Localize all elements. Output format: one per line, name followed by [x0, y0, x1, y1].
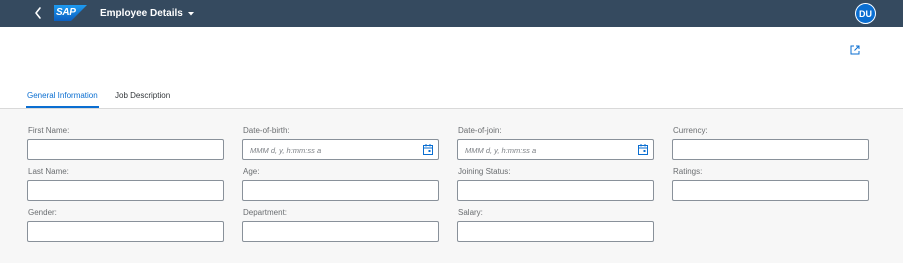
joining-status-label: Joining Status: [458, 167, 511, 176]
calendar-icon[interactable] [638, 144, 648, 155]
salary-label: Salary: [458, 208, 483, 217]
department-field[interactable] [242, 221, 439, 242]
joining-status-field[interactable] [457, 180, 654, 201]
ratings-label: Ratings: [673, 167, 703, 176]
department-label: Department: [243, 208, 288, 217]
tab-general-information[interactable]: General Information [27, 91, 98, 100]
last-name-label: Last Name: [28, 167, 69, 176]
sap-logo-text: SAP [56, 7, 76, 18]
date-of-birth-field[interactable]: MMM d, y, h:mm:ss a [242, 139, 439, 160]
age-label: Age: [243, 167, 260, 176]
last-name-field[interactable] [27, 180, 224, 201]
date-of-birth-label: Date-of-birth: [243, 126, 290, 135]
ratings-field[interactable] [672, 180, 869, 201]
date-of-join-field[interactable]: MMM d, y, h:mm:ss a [457, 139, 654, 160]
tab-job-description[interactable]: Job Description [115, 91, 170, 100]
salary-field[interactable] [457, 221, 654, 242]
object-page-header: General Information Job Description [0, 27, 903, 109]
external-link-icon[interactable] [849, 44, 861, 56]
app-title: Employee Details [100, 8, 183, 19]
selected-tab-indicator [26, 106, 99, 108]
gender-field[interactable] [27, 221, 224, 242]
date-of-join-placeholder: MMM d, y, h:mm:ss a [465, 146, 537, 155]
caret-down-icon [187, 11, 194, 15]
currency-label: Currency: [673, 126, 708, 135]
chevron-left-icon[interactable] [29, 3, 47, 23]
shell-bar: SAP Employee Details DU [0, 0, 903, 27]
currency-field[interactable] [672, 139, 869, 160]
calendar-icon[interactable] [423, 144, 433, 155]
app-title-menu[interactable]: Employee Details [100, 8, 195, 19]
age-field[interactable] [242, 180, 439, 201]
date-of-birth-placeholder: MMM d, y, h:mm:ss a [250, 146, 322, 155]
first-name-field[interactable] [27, 139, 224, 160]
first-name-label: First Name: [28, 126, 70, 135]
gender-label: Gender: [28, 208, 57, 217]
user-avatar[interactable]: DU [855, 3, 876, 24]
date-of-join-label: Date-of-join: [458, 126, 502, 135]
